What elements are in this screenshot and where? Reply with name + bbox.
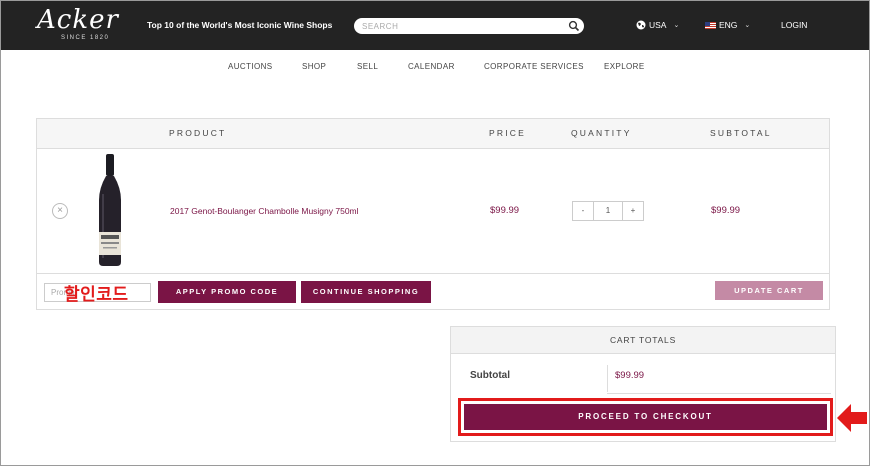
main-nav: AUCTIONS SHOP SELL CALENDAR CORPORATE SE… <box>0 62 870 74</box>
language-selector[interactable]: ENG ⌄ <box>705 20 750 30</box>
logo-since: SINCE 1820 <box>61 35 110 41</box>
quantity-decrease-button[interactable]: - <box>572 201 594 221</box>
nav-item-sell[interactable]: SELL <box>357 62 378 71</box>
promo-code-annotation: 할인코드 <box>64 285 129 304</box>
language-label: ENG <box>719 20 738 30</box>
subtotal-divider <box>607 365 608 392</box>
nav-item-calendar[interactable]: CALENDAR <box>408 62 455 71</box>
proceed-to-checkout-button[interactable]: PROCEED TO CHECKOUT <box>464 404 827 430</box>
search-bar[interactable] <box>354 18 584 34</box>
column-quantity: QUANTITY <box>571 128 632 138</box>
subtotal-value: $99.99 <box>615 370 645 381</box>
region-selector[interactable]: USA ⌄ <box>636 20 679 30</box>
search-input[interactable] <box>362 19 562 33</box>
nav-item-explore[interactable]: EXPLORE <box>604 62 645 71</box>
nav-item-auctions[interactable]: AUCTIONS <box>228 62 273 71</box>
wine-bottle-image[interactable] <box>95 154 125 267</box>
remove-item-icon[interactable]: × <box>52 203 68 219</box>
continue-shopping-button[interactable]: CONTINUE SHOPPING <box>301 281 431 303</box>
nav-item-corporate-services[interactable]: CORPORATE SERVICES <box>484 62 584 71</box>
top-header: Acker SINCE 1820 Top 10 of the World's M… <box>1 1 869 50</box>
region-label: USA <box>649 20 667 30</box>
logo-text: Acker <box>37 5 119 35</box>
search-icon[interactable] <box>568 20 580 32</box>
chevron-down-icon: ⌄ <box>744 22 751 29</box>
item-price: $99.99 <box>490 205 520 216</box>
subtotal-rule <box>607 393 831 394</box>
globe-icon <box>636 20 646 30</box>
cart-table: PRODUCT PRICE QUANTITY SUBTOTAL × 2017 G… <box>36 118 830 310</box>
cart-table-header: PRODUCT PRICE QUANTITY SUBTOTAL <box>37 119 829 149</box>
left-arrow-icon <box>837 404 867 432</box>
cart-item-row: × 2017 Genot-Boulanger Chambolle Musigny… <box>37 149 829 274</box>
item-subtotal: $99.99 <box>711 205 741 216</box>
nav-item-shop[interactable]: SHOP <box>302 62 326 71</box>
cart-actions: Promo 할인코드 APPLY PROMO CODE CONTINUE SHO… <box>37 275 829 309</box>
cart-totals-title: CART TOTALS <box>451 327 835 354</box>
us-flag-icon <box>705 21 716 29</box>
quantity-stepper: - 1 + <box>572 201 644 221</box>
quantity-input[interactable]: 1 <box>594 201 622 221</box>
apply-promo-code-button[interactable]: APPLY PROMO CODE <box>158 281 296 303</box>
chevron-down-icon: ⌄ <box>673 22 680 29</box>
column-product: PRODUCT <box>169 128 227 138</box>
cart-totals-panel: CART TOTALS Subtotal $99.99 PROCEED TO C… <box>450 326 836 442</box>
subtotal-label: Subtotal <box>470 370 510 381</box>
login-link[interactable]: LOGIN <box>781 20 807 30</box>
column-subtotal: SUBTOTAL <box>710 128 772 138</box>
acker-logo[interactable]: Acker SINCE 1820 <box>35 5 127 45</box>
header-tagline[interactable]: Top 10 of the World's Most Iconic Wine S… <box>147 20 332 30</box>
quantity-increase-button[interactable]: + <box>622 201 644 221</box>
checkout-highlight-box: PROCEED TO CHECKOUT <box>458 398 833 436</box>
product-name-link[interactable]: 2017 Genot-Boulanger Chambolle Musigny 7… <box>170 206 359 216</box>
column-price: PRICE <box>489 128 526 138</box>
update-cart-button[interactable]: UPDATE CART <box>715 281 823 300</box>
